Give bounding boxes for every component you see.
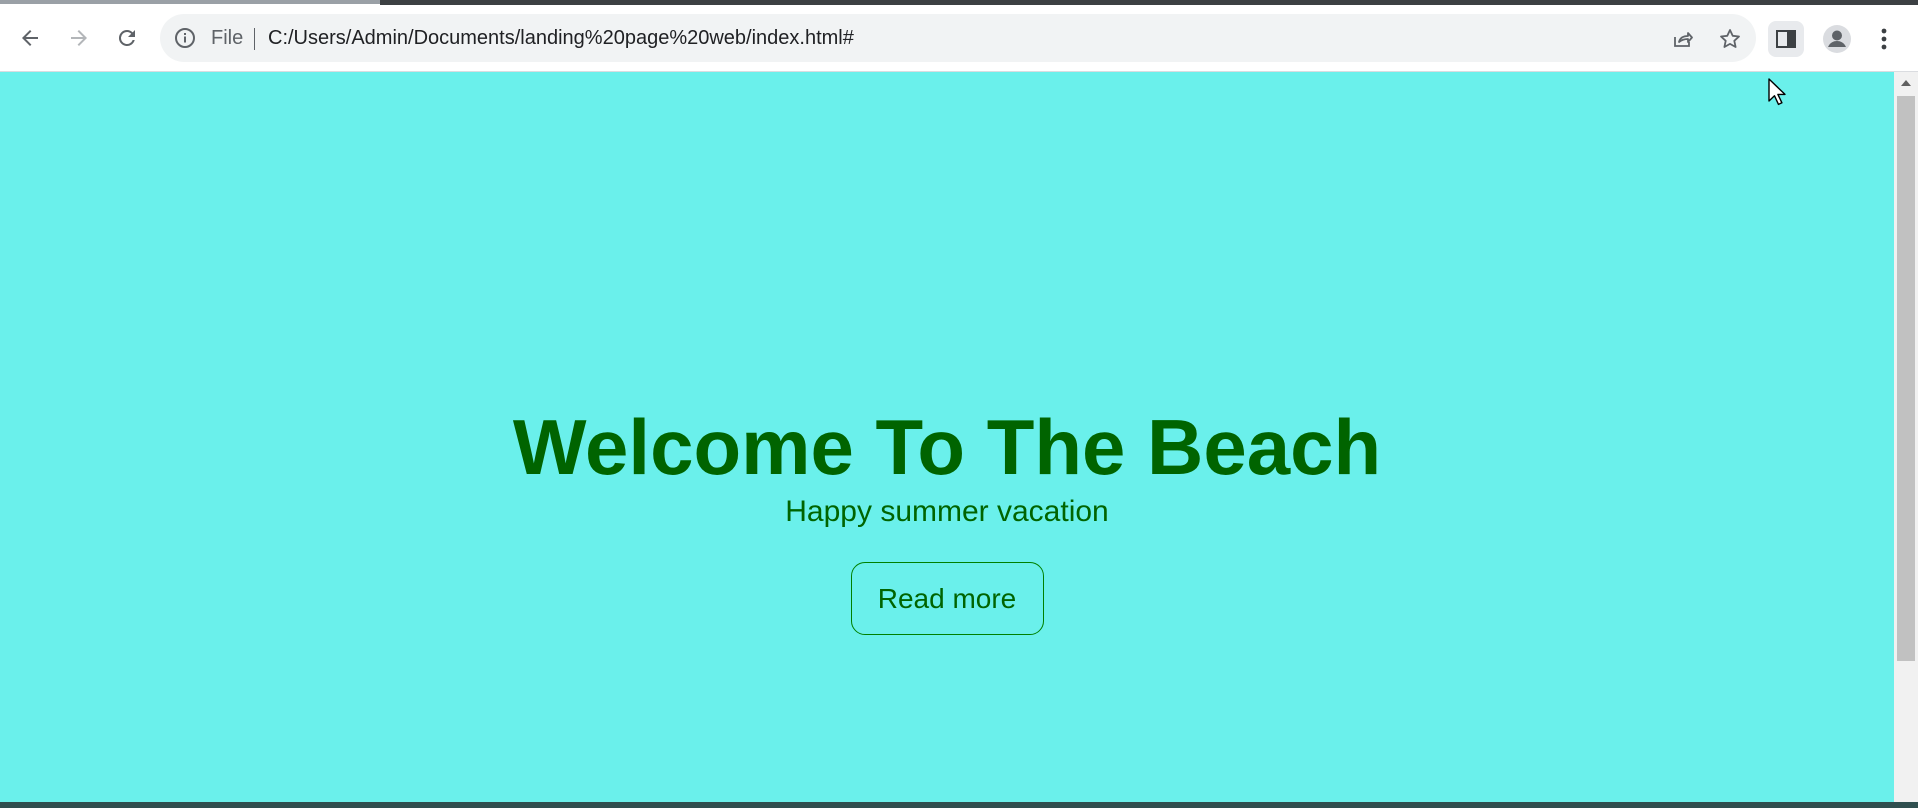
- tab-strip-active: [0, 0, 380, 4]
- share-icon[interactable]: [1670, 26, 1696, 52]
- page-viewport: Welcome To The Beach Happy summer vacati…: [0, 72, 1894, 802]
- scrollbar-thumb[interactable]: [1897, 96, 1915, 661]
- browser-window: File C:/Users/Admin/Documents/landing%20…: [0, 0, 1918, 808]
- kebab-menu-icon: [1881, 28, 1887, 50]
- url-text[interactable]: C:/Users/Admin/Documents/landing%20page%…: [268, 27, 854, 49]
- address-bar[interactable]: File C:/Users/Admin/Documents/landing%20…: [160, 14, 1756, 62]
- profile-button[interactable]: [1820, 22, 1854, 56]
- bottom-edge: [0, 802, 1918, 808]
- scroll-up-arrow-icon[interactable]: [1894, 72, 1918, 94]
- profile-icon: [1823, 25, 1851, 53]
- arrow-forward-icon: [71, 30, 87, 46]
- hero-title: Welcome To The Beach: [512, 403, 1382, 491]
- vertical-scrollbar[interactable]: [1894, 72, 1918, 802]
- side-panel-button[interactable]: [1768, 21, 1804, 57]
- info-icon[interactable]: [173, 26, 197, 50]
- hero-subtitle: Happy summer vacation: [785, 495, 1109, 528]
- reload-icon: [118, 29, 135, 46]
- star-icon[interactable]: [1717, 26, 1743, 52]
- hero-section: Welcome To The Beach Happy summer vacati…: [0, 402, 1894, 635]
- address-divider: [254, 28, 255, 50]
- arrow-back-icon: [22, 30, 38, 46]
- url-scheme-label: File: [211, 27, 244, 49]
- mouse-pointer-icon: [1768, 78, 1786, 106]
- forward-button[interactable]: [59, 18, 99, 58]
- read-more-button[interactable]: Read more: [850, 562, 1044, 635]
- browser-toolbar: File C:/Users/Admin/Documents/landing%20…: [0, 5, 1918, 72]
- back-button[interactable]: [10, 18, 50, 58]
- side-panel-icon: [1776, 30, 1796, 48]
- reload-button[interactable]: [107, 18, 147, 58]
- browser-menu-button[interactable]: [1872, 22, 1896, 56]
